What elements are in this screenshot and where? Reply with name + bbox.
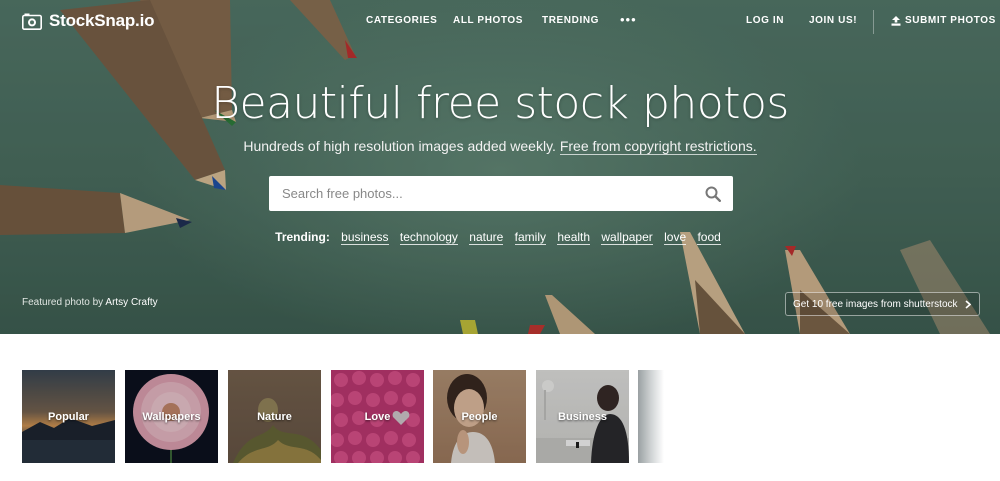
site-name: StockSnap.io — [49, 11, 155, 30]
category-label-nature: Nature — [257, 410, 292, 423]
category-tile-love[interactable]: Love — [331, 370, 424, 463]
featured-photo-credit: Featured photo by Artsy Crafty — [22, 297, 158, 308]
camera-icon — [22, 13, 42, 30]
nav-trending[interactable]: TRENDING — [542, 15, 599, 26]
category-tile-business[interactable]: Business — [536, 370, 629, 463]
hero-subtitle: Hundreds of high resolution images added… — [0, 138, 1000, 155]
nav-divider — [873, 10, 874, 34]
category-label-wallpapers: Wallpapers — [142, 410, 201, 423]
category-label-love: Love — [364, 410, 391, 423]
nav-all-photos[interactable]: ALL PHOTOS — [453, 15, 523, 26]
hero-subtitle-text: Hundreds of high resolution images added… — [243, 138, 556, 154]
trending-tag-health[interactable]: health — [557, 230, 591, 245]
hero-overlay — [0, 0, 1000, 334]
chevron-right-icon — [965, 300, 971, 309]
trending-tags: Trending: business technology nature fam… — [0, 230, 1000, 245]
category-label-popular: Popular — [48, 410, 89, 423]
category-tile-wallpapers[interactable]: Wallpapers — [125, 370, 218, 463]
category-label-business: Business — [558, 410, 607, 423]
nav-more-menu[interactable]: ••• — [620, 13, 637, 26]
nav-categories[interactable]: CATEGORIES — [366, 15, 437, 26]
shutterstock-promo-button[interactable]: Get 10 free images from shutterstock — [785, 292, 980, 316]
trending-tag-food[interactable]: food — [697, 230, 721, 245]
nav-join[interactable]: JOIN US! — [809, 15, 857, 26]
trending-tag-wallpaper[interactable]: wallpaper — [601, 230, 653, 245]
trending-tag-technology[interactable]: technology — [399, 230, 458, 245]
trending-tag-business[interactable]: business — [341, 230, 389, 245]
trending-label: Trending: — [275, 230, 330, 244]
site-logo[interactable]: StockSnap.io — [22, 11, 154, 31]
category-tile-partial[interactable] — [638, 370, 664, 463]
trending-tag-nature[interactable]: nature — [469, 230, 504, 245]
nav-login[interactable]: LOG IN — [746, 15, 784, 26]
promo-label: Get 10 free images from shutterstock — [793, 298, 958, 310]
trending-tag-family[interactable]: family — [514, 230, 546, 245]
category-tile-people[interactable]: People — [433, 370, 526, 463]
search-bar — [269, 176, 733, 211]
top-navigation: StockSnap.io CATEGORIES ALL PHOTOS TREND… — [0, 0, 1000, 42]
search-input[interactable] — [269, 176, 705, 211]
category-tile-nature[interactable]: Nature — [228, 370, 321, 463]
category-label-people: People — [461, 410, 498, 423]
submit-photos-label: SUBMIT PHOTOS — [905, 15, 996, 26]
submit-photos-button[interactable]: SUBMIT PHOTOS — [891, 15, 996, 26]
search-icon[interactable] — [705, 186, 721, 202]
category-row: Popular Wallpapers Nature Love People Bu… — [0, 334, 1000, 481]
category-tile-popular[interactable]: Popular — [22, 370, 115, 463]
copyright-link[interactable]: Free from copyright restrictions. — [559, 138, 757, 155]
hero-banner: StockSnap.io CATEGORIES ALL PHOTOS TREND… — [0, 0, 1000, 334]
hero-title: Beautiful free stock photos — [211, 78, 789, 129]
featured-author-link[interactable]: Artsy Crafty — [105, 297, 157, 308]
trending-tag-love[interactable]: love — [664, 230, 687, 245]
upload-icon — [891, 15, 901, 26]
featured-prefix: Featured photo by — [22, 297, 104, 308]
